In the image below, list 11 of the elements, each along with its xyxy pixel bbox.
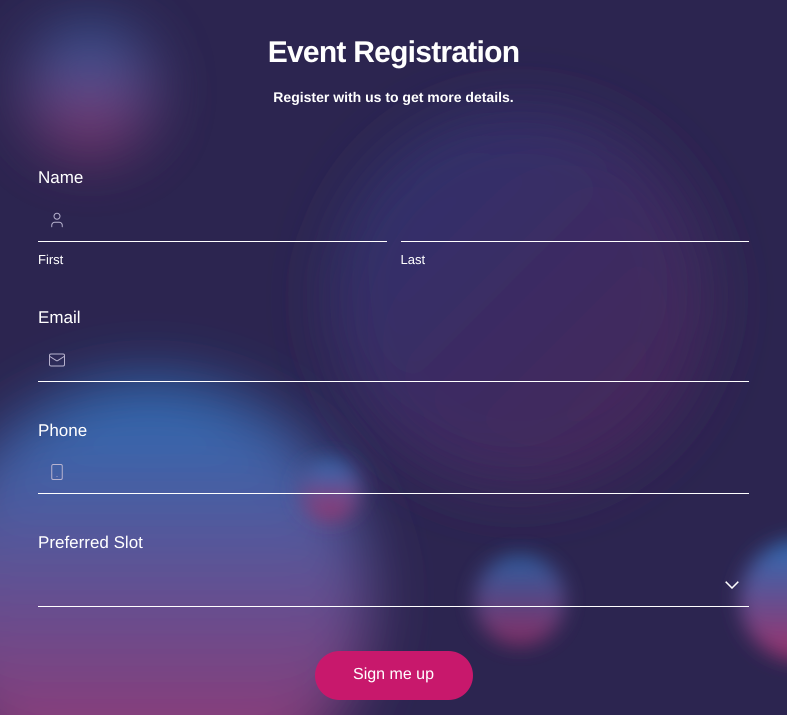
form-subtitle: Register with us to get more details. xyxy=(273,88,514,107)
sign-up-button[interactable]: Sign me up xyxy=(314,650,472,700)
chevron-down-icon xyxy=(725,580,739,588)
field-sublabel: Last xyxy=(400,250,426,268)
mail-icon xyxy=(48,350,66,368)
field-label: Preferred Slot xyxy=(38,532,143,554)
field-label: Name xyxy=(38,167,84,189)
field-sublabel: First xyxy=(38,250,64,268)
form-title: Event Registration xyxy=(268,35,520,71)
field-label: Email xyxy=(38,307,81,329)
field-label: Phone xyxy=(38,420,88,442)
